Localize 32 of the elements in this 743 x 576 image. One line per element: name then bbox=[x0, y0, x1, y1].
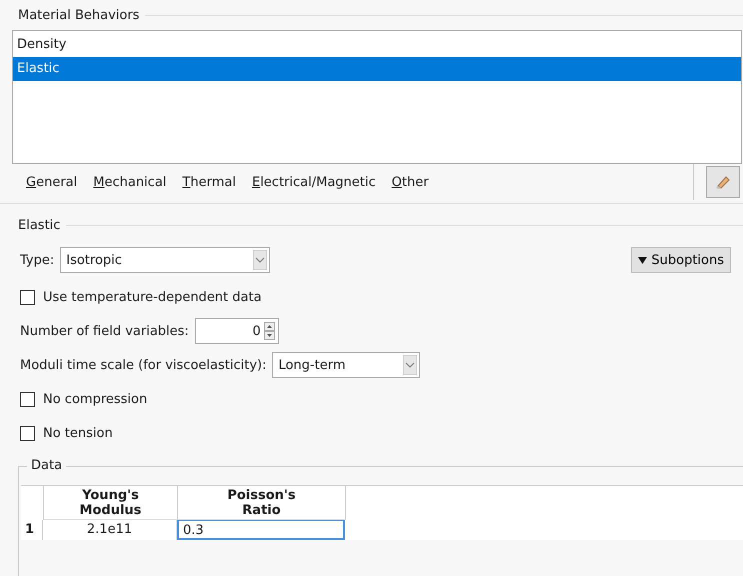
row-number: 1 bbox=[21, 520, 43, 540]
type-label: Type: bbox=[20, 252, 54, 268]
column-header: Poisson's Ratio bbox=[178, 486, 346, 520]
chevron-down-icon bbox=[403, 355, 418, 375]
menu-item[interactable]: Mechanical bbox=[93, 174, 166, 190]
list-item[interactable]: Density bbox=[13, 33, 741, 57]
suboptions-button[interactable]: Suboptions bbox=[631, 247, 731, 273]
checkbox-label: No tension bbox=[43, 426, 113, 440]
menu-item[interactable]: General bbox=[26, 174, 78, 190]
checkbox[interactable] bbox=[20, 290, 35, 304]
checkbox[interactable] bbox=[20, 392, 35, 406]
column-header: Young's Modulus bbox=[44, 486, 178, 520]
spin-arrows-icon bbox=[264, 322, 275, 340]
type-dropdown[interactable]: Isotropic bbox=[60, 247, 270, 273]
table-cell: 2.1e11 bbox=[43, 520, 177, 540]
field-label: Moduli time scale (for viscoelasticity): bbox=[20, 358, 266, 372]
checkbox[interactable] bbox=[20, 426, 35, 440]
menu-item[interactable]: Thermal bbox=[182, 174, 236, 190]
spin-field[interactable]: 0 bbox=[194, 318, 279, 344]
eraser-button[interactable] bbox=[706, 166, 740, 198]
menu-item[interactable]: Electrical/Magnetic bbox=[252, 174, 376, 190]
group-title: Elastic bbox=[18, 218, 62, 232]
triangle-down-icon bbox=[638, 256, 648, 264]
checkbox-label: Use temperature-dependent data bbox=[43, 290, 262, 304]
menu-item[interactable]: Other bbox=[392, 174, 429, 190]
cell-input[interactable]: 0.3 bbox=[177, 520, 345, 540]
list-item[interactable]: Elastic bbox=[13, 57, 741, 81]
group-title: Material Behaviors bbox=[18, 8, 140, 22]
moduli-dropdown[interactable]: Long-term bbox=[272, 352, 420, 378]
field-label: Number of field variables: bbox=[20, 324, 189, 338]
checkbox-label: No compression bbox=[43, 392, 148, 406]
chevron-down-icon bbox=[253, 250, 268, 270]
